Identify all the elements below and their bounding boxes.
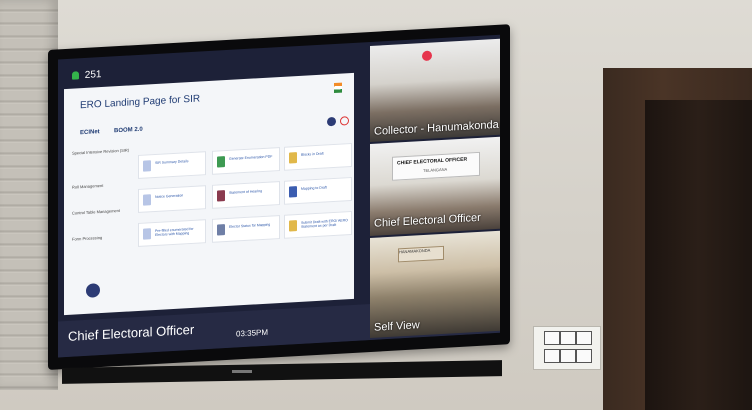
sidebar-item-form-processing[interactable]: Form Processing xyxy=(72,235,102,242)
document-icon xyxy=(143,160,151,172)
tile-label-collector: Collector - Hanumakonda xyxy=(374,118,499,138)
submit-icon xyxy=(289,220,297,232)
card-label: Generate Enumeration PDF xyxy=(229,154,273,161)
sign-subtext: TELANGANA xyxy=(423,166,448,174)
participant-count: 251 xyxy=(72,69,101,82)
card-label: Pre-filled enumerated for Electors with … xyxy=(155,226,194,238)
card-label: SIR Summary Details xyxy=(155,159,189,166)
room-banner: HANAMAKONDA xyxy=(398,245,444,263)
card-label: Mapping to Draft xyxy=(301,185,327,191)
edit-fab-icon[interactable] xyxy=(86,283,100,298)
sidebar-item-roll-management[interactable]: Roll Management xyxy=(72,183,103,190)
user-avatar-icon[interactable] xyxy=(327,116,336,127)
card-label: Submit Draft with ERO/ AERO Statement as… xyxy=(301,218,348,229)
draft-icon xyxy=(289,152,297,164)
tile-label-ceo: Chief Electoral Officer xyxy=(374,211,481,230)
door-panel xyxy=(645,100,752,410)
card-generate-pdf[interactable]: Generate Enumeration PDF xyxy=(212,147,280,175)
indian-flag-icon xyxy=(334,82,342,94)
card-label: Statement of Hearing xyxy=(229,189,263,195)
card-elector-status[interactable]: Elector Status for Mapping xyxy=(212,215,280,243)
card-notice-generation[interactable]: Notice Generation xyxy=(138,185,206,213)
card-label: Blocks in Draft xyxy=(301,151,324,157)
pdf-icon xyxy=(217,156,225,168)
search-doc-icon xyxy=(217,224,225,236)
wall-switch-board xyxy=(533,326,601,370)
app-title: ERO Landing Page for SIR xyxy=(80,93,201,112)
form-icon xyxy=(143,228,151,240)
shared-app-window: ERO Landing Page for SIR ECINet BOOM 2.0… xyxy=(64,72,354,316)
presenter-label: Chief Electoral Officer xyxy=(68,321,195,344)
hearing-icon xyxy=(217,190,225,202)
video-tile-ceo[interactable]: CHIEF ELECTORAL OFFICER TELANGANA Chief … xyxy=(370,136,500,236)
mapping-icon xyxy=(289,186,297,198)
boom-logo: BOOM 2.0 xyxy=(114,126,143,135)
sidebar-item-sir[interactable]: Special Intensive Revision (SIR) xyxy=(72,147,129,155)
card-statement-hearing[interactable]: Statement of Hearing xyxy=(212,181,280,209)
notice-icon xyxy=(143,194,151,206)
mic-muted-icon xyxy=(422,50,432,62)
power-icon[interactable] xyxy=(340,116,349,126)
sign-text: CHIEF ELECTORAL OFFICER xyxy=(397,156,468,167)
card-label: Notice Generation xyxy=(155,193,184,200)
card-blocks-draft[interactable]: Blocks in Draft xyxy=(284,143,352,171)
ecinet-logo: ECINet xyxy=(80,129,100,137)
brand-logo xyxy=(232,370,252,373)
participant-count-label: 251 xyxy=(84,69,102,81)
office-sign: CHIEF ELECTORAL OFFICER TELANGANA xyxy=(392,151,480,181)
card-submit-draft[interactable]: Submit Draft with ERO/ AERO Statement as… xyxy=(284,211,352,239)
clock: 03:35PM xyxy=(236,327,269,339)
card-mapping-draft[interactable]: Mapping to Draft xyxy=(284,177,352,205)
card-sir-summary[interactable]: SIR Summary Details xyxy=(138,151,206,179)
video-tile-collector[interactable]: Collector - Hanumakonda xyxy=(370,38,500,142)
television: 251 ERO Landing Page for SIR ECINet BOOM… xyxy=(48,24,510,370)
tile-label-self: Self View xyxy=(374,319,420,334)
video-tile-self-view[interactable]: HANAMAKONDA Self View xyxy=(370,230,500,338)
card-label: Elector Status for Mapping xyxy=(229,222,271,229)
card-prefilled-enumerated[interactable]: Pre-filled enumerated for Electors with … xyxy=(138,219,206,247)
video-conference-screen: 251 ERO Landing Page for SIR ECINet BOOM… xyxy=(58,34,500,358)
participants-icon xyxy=(72,71,79,81)
sidebar-item-control-table[interactable]: Control Table Management xyxy=(72,208,120,216)
